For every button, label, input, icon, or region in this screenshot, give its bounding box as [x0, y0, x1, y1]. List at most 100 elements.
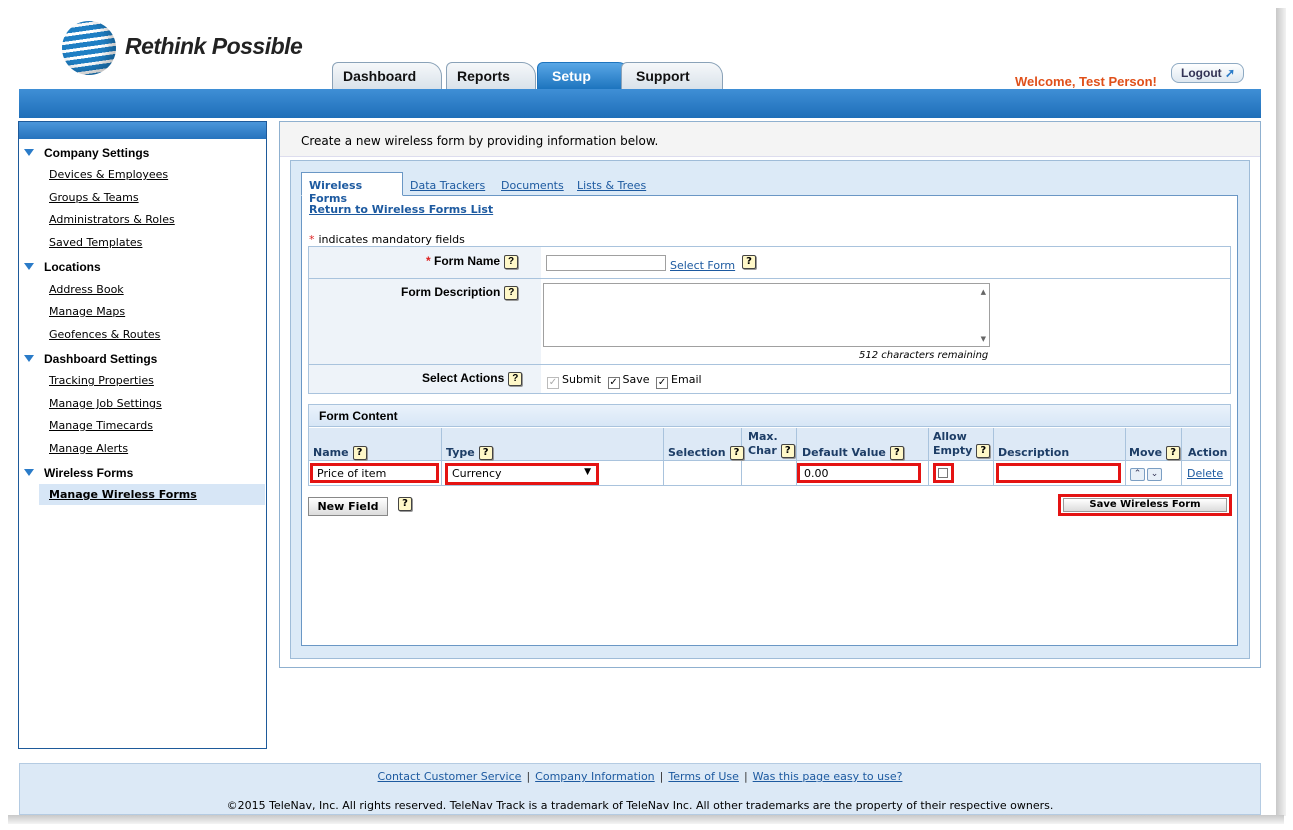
- help-icon[interactable]: ?: [504, 286, 519, 300]
- select-form-link[interactable]: Select Form: [670, 259, 735, 272]
- header-blue-bar: [19, 89, 1261, 118]
- column-divider: [993, 428, 994, 485]
- separator: |: [659, 770, 664, 783]
- subtab-wireless-forms[interactable]: Wireless Forms: [301, 172, 403, 205]
- allow-empty-checkbox[interactable]: [938, 468, 948, 478]
- column-divider: [928, 428, 929, 485]
- subtab-documents[interactable]: Documents: [501, 179, 564, 192]
- required-star-icon: *: [309, 233, 315, 246]
- att-globe-logo: [62, 21, 116, 75]
- sidebar-section-company-settings[interactable]: Company Settings: [24, 146, 149, 160]
- footer-link-feedback[interactable]: Was this page easy to use?: [753, 770, 903, 783]
- form-content-title: Form Content: [309, 405, 1230, 427]
- sidebar-item-devices-employees[interactable]: Devices & Employees: [49, 168, 168, 181]
- description-input[interactable]: [996, 463, 1121, 483]
- triangle-down-icon: [24, 469, 34, 476]
- tab-setup[interactable]: Setup: [537, 62, 632, 89]
- sidebar-item-manage-maps[interactable]: Manage Maps: [49, 305, 125, 318]
- separator: |: [526, 770, 531, 783]
- submit-checkbox[interactable]: ✓: [547, 377, 559, 389]
- move-up-icon[interactable]: ⌃: [1130, 468, 1145, 481]
- sidebar-section-dashboard-settings[interactable]: Dashboard Settings: [24, 352, 157, 366]
- select-actions-label: Select Actions?: [422, 371, 523, 386]
- footer-link-terms[interactable]: Terms of Use: [668, 770, 739, 783]
- allow-empty-checkbox-frame[interactable]: [933, 463, 954, 483]
- footer-link-contact[interactable]: Contact Customer Service: [378, 770, 522, 783]
- return-to-list-link[interactable]: Return to Wireless Forms List: [309, 203, 493, 216]
- brand-tagline: Rethink Possible: [125, 33, 303, 59]
- actions-group: ✓ Submit ✓ Save ✓ Email: [547, 373, 702, 389]
- email-checkbox[interactable]: ✓: [656, 377, 669, 389]
- move-down-icon[interactable]: ⌄: [1147, 468, 1162, 481]
- welcome-message: Welcome, Test Person!: [1015, 74, 1157, 89]
- help-icon[interactable]: ?: [508, 372, 523, 386]
- save-checkbox[interactable]: ✓: [607, 377, 620, 389]
- help-icon[interactable]: ?: [352, 446, 367, 460]
- column-divider: [1181, 428, 1182, 485]
- field-name-input[interactable]: Price of item: [310, 463, 439, 483]
- sidebar-item-geofences-routes[interactable]: Geofences & Routes: [49, 328, 160, 341]
- triangle-down-icon: [24, 149, 34, 156]
- copyright: ©2015 TeleNav, Inc. All rights reserved.…: [226, 799, 1054, 812]
- help-icon[interactable]: ?: [478, 446, 493, 460]
- tab-dashboard[interactable]: Dashboard: [332, 62, 442, 89]
- intro-text: Create a new wireless form by providing …: [301, 134, 659, 148]
- help-icon[interactable]: ?: [1166, 446, 1181, 460]
- logout-label: Logout: [1181, 66, 1222, 80]
- col-header-selection: Selection?: [668, 446, 744, 460]
- sidebar-item-manage-timecards[interactable]: Manage Timecards: [49, 419, 153, 432]
- col-header-description: Description: [998, 446, 1070, 459]
- help-icon[interactable]: ?: [889, 446, 904, 460]
- footer-link-company-info[interactable]: Company Information: [535, 770, 655, 783]
- sidebar-item-address-book[interactable]: Address Book: [49, 283, 124, 296]
- sidebar-section-locations[interactable]: Locations: [24, 260, 101, 274]
- help-icon[interactable]: ?: [742, 255, 756, 269]
- help-icon[interactable]: ?: [729, 446, 744, 460]
- form-name-input[interactable]: [546, 255, 666, 271]
- sidebar-item-saved-templates[interactable]: Saved Templates: [49, 236, 142, 249]
- logout-button[interactable]: Logout ➚: [1171, 63, 1244, 83]
- new-field-button[interactable]: New Field: [308, 497, 388, 516]
- scroll-up-icon[interactable]: ▲: [981, 288, 986, 296]
- help-icon[interactable]: ?: [504, 255, 519, 269]
- col-header-allow-empty: Allow Empty?: [933, 430, 991, 458]
- subtab-lists-trees[interactable]: Lists & Trees: [577, 179, 646, 192]
- col-header-name: Name?: [313, 446, 367, 460]
- column-divider: [663, 428, 664, 485]
- sidebar-item-groups-teams[interactable]: Groups & Teams: [49, 191, 139, 204]
- logout-arrow-icon: ➚: [1225, 66, 1236, 80]
- footer: Contact Customer Service | Company Informa…: [19, 763, 1261, 815]
- sidebar-item-manage-wireless-forms[interactable]: Manage Wireless Forms: [49, 488, 197, 501]
- help-icon[interactable]: ?: [398, 497, 412, 511]
- save-button-highlight: Save Wireless Form: [1058, 494, 1232, 516]
- field-type-select[interactable]: Currency ▼: [445, 463, 599, 485]
- sidebar-section-wireless-forms[interactable]: Wireless Forms: [24, 466, 133, 480]
- col-header-default-value: Default Value?: [802, 446, 904, 460]
- help-icon[interactable]: ?: [780, 444, 795, 458]
- delete-link[interactable]: Delete: [1187, 467, 1223, 480]
- intro-strip: Create a new wireless form by providing …: [280, 122, 1260, 157]
- column-divider: [441, 428, 442, 485]
- scroll-down-icon[interactable]: ▼: [981, 335, 986, 343]
- sidebar-item-manage-job-settings[interactable]: Manage Job Settings: [49, 397, 162, 410]
- sidebar-header-strip: [19, 122, 266, 139]
- sidebar-item-manage-alerts[interactable]: Manage Alerts: [49, 442, 128, 455]
- page-frame-shadow: [1276, 8, 1286, 816]
- col-header-action: Action: [1188, 446, 1228, 459]
- help-icon[interactable]: ?: [976, 444, 991, 458]
- save-wireless-form-button[interactable]: Save Wireless Form: [1063, 498, 1227, 512]
- form-name-label: * Form Name?: [426, 254, 519, 269]
- tab-support[interactable]: Support: [621, 62, 723, 89]
- subtab-data-trackers[interactable]: Data Trackers: [410, 179, 485, 192]
- col-header-max-char: Max. Char?: [748, 430, 795, 458]
- sidebar-item-administrators-roles[interactable]: Administrators & Roles: [49, 213, 175, 226]
- triangle-down-icon: [24, 355, 34, 362]
- triangle-down-icon: [24, 263, 34, 270]
- mandatory-note: * indicates mandatory fields: [309, 233, 465, 246]
- footer-links: Contact Customer Service | Company Informa…: [20, 770, 1260, 783]
- page-frame-shadow-bottom: [8, 815, 1284, 824]
- form-description-textarea[interactable]: ▲ ▼: [543, 283, 990, 347]
- tab-reports[interactable]: Reports: [446, 62, 536, 89]
- default-value-input[interactable]: 0.00: [797, 463, 921, 483]
- sidebar-item-tracking-properties[interactable]: Tracking Properties: [49, 374, 154, 387]
